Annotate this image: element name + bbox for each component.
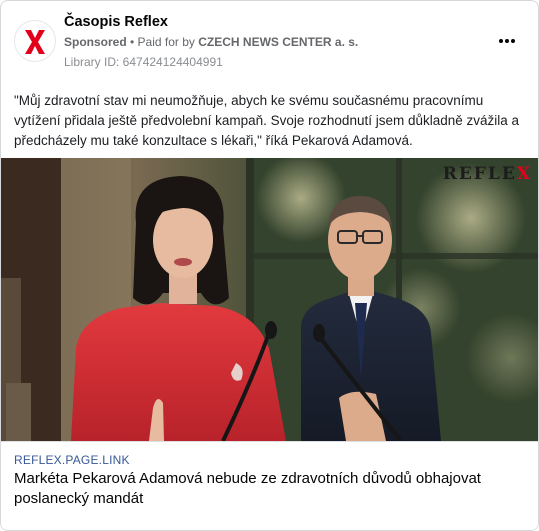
ad-meta: Sponsored • Paid for by CZECH NEWS CENTE… xyxy=(64,35,358,49)
press-conference-photo xyxy=(1,158,538,441)
reflex-x-logo-icon xyxy=(25,30,45,54)
watermark-x: X xyxy=(516,164,532,184)
ad-card: Časopis Reflex Sponsored • Paid for by C… xyxy=(0,0,539,531)
more-horizontal-icon[interactable] xyxy=(495,29,519,53)
sponsored-label: Sponsored xyxy=(64,35,127,49)
post-text: "Můj zdravotní stav mi neumožňuje, abych… xyxy=(14,93,520,148)
link-title[interactable]: Markéta Pekarová Adamová nebude ze zdrav… xyxy=(14,469,524,509)
link-preview[interactable]: REFLEX.PAGE.LINK Markéta Pekarová Adamov… xyxy=(1,441,538,530)
meta-separator: • xyxy=(126,35,138,49)
page-avatar[interactable] xyxy=(14,20,56,62)
post-header: Časopis Reflex Sponsored • Paid for by C… xyxy=(1,1,538,81)
post-image[interactable]: REFLEX xyxy=(1,158,538,441)
page-name[interactable]: Časopis Reflex xyxy=(64,14,168,30)
paid-for-prefix: Paid for by xyxy=(137,35,199,49)
watermark-text: REFLE xyxy=(442,164,517,184)
library-id: Library ID: 647424124404991 xyxy=(64,55,223,69)
link-domain: REFLEX.PAGE.LINK xyxy=(14,453,130,467)
reflex-watermark: REFLEX xyxy=(443,164,532,184)
advertiser-name[interactable]: CZECH NEWS CENTER a. s. xyxy=(198,35,358,49)
